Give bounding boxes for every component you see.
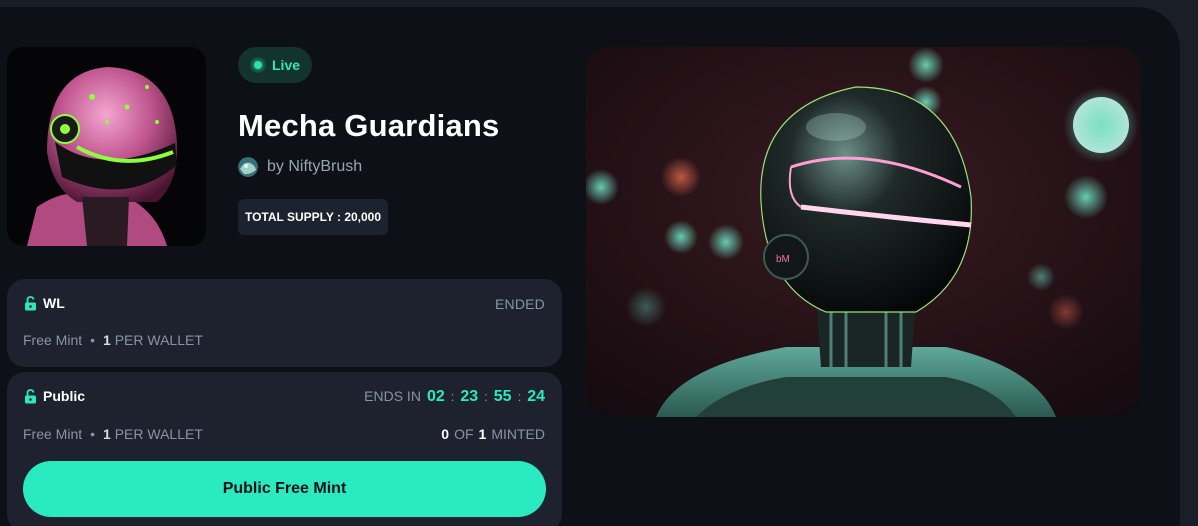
minted-count: 0 xyxy=(441,426,450,442)
phase-price: Free Mint xyxy=(23,332,83,348)
phase-name-label: WL xyxy=(43,295,65,311)
phase-name: Public xyxy=(24,388,85,404)
unlock-icon xyxy=(25,295,36,310)
wallet-limit-count: 1 xyxy=(103,426,111,442)
phase-details: Free Mint • 1 PER WALLET xyxy=(23,426,203,442)
collection-hero-image: bM xyxy=(586,47,1141,417)
countdown-minutes: 55 xyxy=(493,388,512,405)
wallet-limit-label: PER WALLET xyxy=(114,332,203,348)
minted-of-label: OF xyxy=(454,426,474,442)
countdown-hours: 23 xyxy=(460,388,479,405)
countdown-seconds: 24 xyxy=(527,388,545,405)
creator-avatar xyxy=(238,157,258,177)
unlock-icon xyxy=(25,388,36,403)
collection-title: Mecha Guardians xyxy=(238,108,500,143)
phase-name-label: Public xyxy=(43,388,86,404)
wallet-limit-label: PER WALLET xyxy=(114,426,203,442)
wallet-limit-count: 1 xyxy=(103,332,111,348)
phase-details: Free Mint • 1 PER WALLET xyxy=(23,332,203,348)
countdown-separator: : xyxy=(517,389,522,404)
collection-thumbnail xyxy=(7,47,206,246)
creator-name: by NiftyBrush xyxy=(267,158,363,175)
phase-card-public[interactable]: Public ENDS IN 02 : 23 : 55 : 24 Free Mi… xyxy=(7,372,562,526)
public-mint-button[interactable]: Public Free Mint xyxy=(23,461,546,517)
bullet-separator: • xyxy=(90,426,96,442)
live-status-badge: Live xyxy=(238,47,312,83)
total-supply-badge: TOTAL SUPPLY : 20,000 xyxy=(238,199,388,235)
minted-total: 1 xyxy=(478,426,487,442)
countdown-separator: : xyxy=(450,389,455,404)
countdown-timer: ENDS IN 02 : 23 : 55 : 24 xyxy=(364,388,545,406)
phase-status: ENDED xyxy=(494,296,545,312)
minted-label: MINTED xyxy=(491,426,545,442)
bullet-separator: • xyxy=(90,332,96,348)
svg-text:bM: bM xyxy=(776,254,790,265)
minted-counter: 0 OF 1 MINTED xyxy=(441,426,545,442)
phase-card-wl[interactable]: WL ENDED Free Mint • 1 PER WALLET xyxy=(7,279,562,367)
live-status-label: Live xyxy=(272,57,301,73)
countdown-separator: : xyxy=(484,389,488,404)
phase-name: WL xyxy=(24,295,65,311)
ends-in-label: ENDS IN xyxy=(364,388,421,404)
phase-price: Free Mint xyxy=(23,426,83,442)
live-dot-icon xyxy=(252,59,264,71)
creator-link[interactable]: by NiftyBrush xyxy=(238,156,362,178)
countdown-days: 02 xyxy=(426,388,445,405)
